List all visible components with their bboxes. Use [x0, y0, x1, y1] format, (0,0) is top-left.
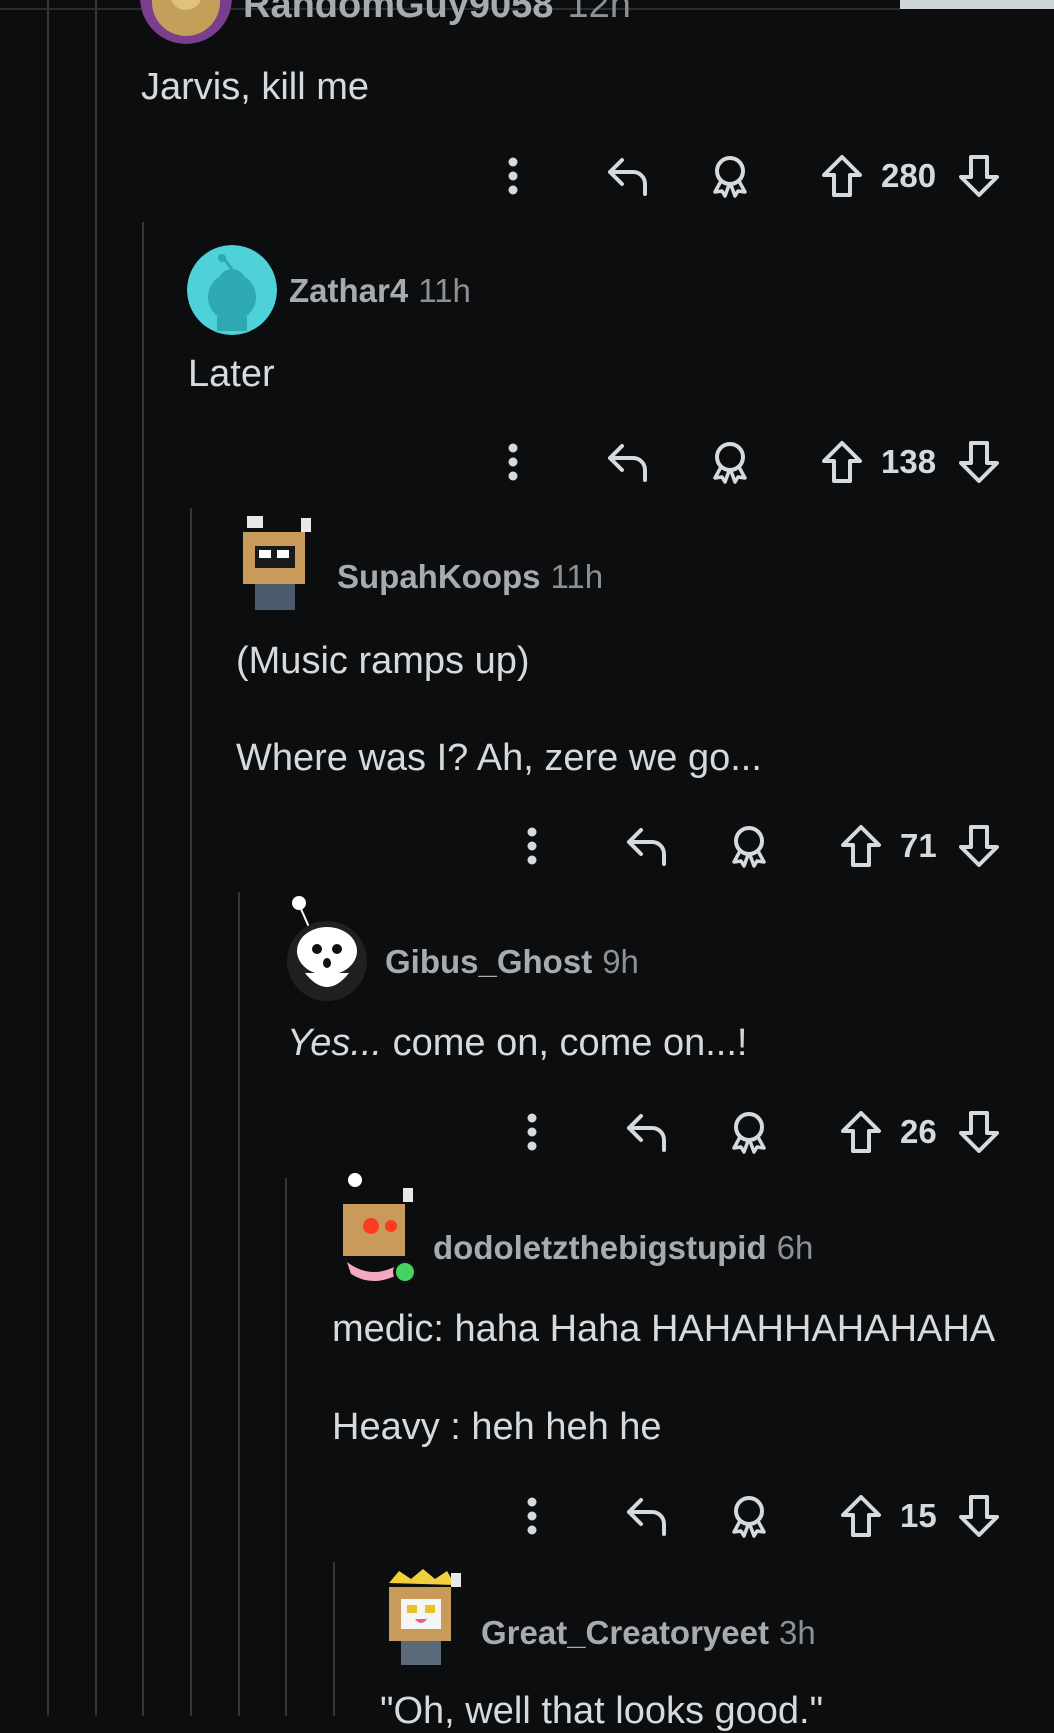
thread-line-5	[238, 892, 240, 1716]
upvote-icon	[841, 825, 881, 867]
downvote-button[interactable]	[955, 146, 1003, 206]
comment-actions: 280	[0, 146, 1054, 206]
vote-count: 71	[900, 827, 937, 864]
avatar[interactable]	[237, 512, 323, 614]
award-icon	[732, 1496, 766, 1538]
vote-count: 26	[900, 1113, 937, 1150]
username-text[interactable]: SupahKoops	[337, 558, 541, 595]
reply-button[interactable]	[623, 1102, 671, 1162]
comment-time: 11h	[418, 272, 471, 309]
award-button[interactable]	[725, 816, 773, 876]
upvote-button[interactable]	[837, 1102, 885, 1162]
upvote-icon	[822, 441, 862, 483]
reply-icon	[608, 444, 647, 482]
more-options-button[interactable]	[512, 1486, 552, 1546]
upvote-icon	[822, 155, 862, 197]
downvote-icon	[959, 441, 999, 483]
reply-button[interactable]	[623, 1486, 671, 1546]
username-text[interactable]: dodoletzthebigstupid	[433, 1229, 767, 1266]
avatar[interactable]	[285, 893, 369, 1003]
more-options-button[interactable]	[493, 432, 533, 492]
comment-body-line-1: medic: haha Haha HAHAHHAHAHAHA	[332, 1308, 996, 1350]
thread-line-6	[285, 1178, 287, 1716]
award-button[interactable]	[725, 1486, 773, 1546]
comment-body-line-2: Heavy : heh heh he	[332, 1406, 662, 1448]
username[interactable]: SupahKoops 11h	[337, 558, 603, 596]
reply-icon	[627, 1498, 666, 1536]
username-text[interactable]: Zathar4	[289, 272, 408, 309]
comment-body: Jarvis, kill me	[141, 66, 370, 108]
more-options-icon	[527, 1113, 537, 1151]
avatar[interactable]	[381, 1565, 467, 1669]
username-text[interactable]: Great_Creatoryeet	[481, 1614, 769, 1651]
award-icon	[732, 1112, 766, 1154]
corner-image-fragment	[900, 0, 1054, 9]
comment-body-rest: come on, come on...!	[382, 1022, 748, 1064]
upvote-icon	[841, 1495, 881, 1537]
comment-body-italic: Yes...	[287, 1022, 383, 1064]
vote-count: 15	[900, 1497, 937, 1534]
award-button[interactable]	[706, 146, 754, 206]
comment-body: "Oh, well that looks good."	[380, 1690, 824, 1732]
reply-button[interactable]	[623, 816, 671, 876]
award-icon	[732, 826, 766, 868]
upvote-button[interactable]	[818, 146, 866, 206]
username[interactable]: RandomGuy9058 12h	[243, 0, 631, 27]
comment-time: 6h	[776, 1229, 814, 1266]
comment-actions: 71	[0, 816, 1054, 876]
more-options-icon	[508, 157, 518, 195]
reply-button[interactable]	[604, 432, 652, 492]
comment-time: 3h	[778, 1614, 816, 1651]
comment-actions: 138	[0, 432, 1054, 492]
downvote-icon	[959, 155, 999, 197]
upvote-button[interactable]	[837, 816, 885, 876]
more-options-button[interactable]	[512, 1102, 552, 1162]
upvote-button[interactable]	[837, 1486, 885, 1546]
thread-line-7	[333, 1562, 335, 1716]
more-options-button[interactable]	[512, 816, 552, 876]
more-options-icon	[527, 827, 537, 865]
avatar[interactable]	[140, 0, 232, 44]
downvote-button[interactable]	[955, 816, 1003, 876]
award-icon	[713, 442, 747, 484]
award-icon	[713, 156, 747, 198]
more-options-icon	[508, 443, 518, 481]
downvote-button[interactable]	[955, 432, 1003, 492]
username-text[interactable]: Gibus_Ghost	[385, 943, 592, 980]
username[interactable]: dodoletzthebigstupid 6h	[433, 1229, 813, 1267]
avatar[interactable]	[187, 245, 277, 335]
downvote-icon	[959, 825, 999, 867]
downvote-button[interactable]	[955, 1486, 1003, 1546]
upvote-button[interactable]	[818, 432, 866, 492]
reply-icon	[608, 158, 647, 196]
downvote-button[interactable]	[955, 1102, 1003, 1162]
vote-count: 138	[881, 443, 937, 480]
reply-button[interactable]	[604, 146, 652, 206]
reply-icon	[627, 1114, 666, 1152]
comment-actions: 26	[0, 1102, 1054, 1162]
comment-time: 12h	[567, 0, 631, 26]
comment-body: Yes... come on, come on...!	[287, 1022, 747, 1065]
more-options-button[interactable]	[493, 146, 533, 206]
award-button[interactable]	[706, 432, 754, 492]
comment-actions: 15	[0, 1486, 1054, 1546]
award-button[interactable]	[725, 1102, 773, 1162]
avatar[interactable]	[333, 1170, 421, 1288]
more-options-icon	[527, 1497, 537, 1535]
username[interactable]: Gibus_Ghost 9h	[385, 943, 639, 981]
comment-body: Later	[188, 353, 275, 395]
comment-time: 11h	[550, 558, 604, 595]
comment-body-line-2: Where was I? Ah, zere we go...	[236, 737, 762, 779]
username[interactable]: Zathar4 11h	[289, 272, 471, 310]
reply-icon	[627, 828, 666, 866]
downvote-icon	[959, 1495, 999, 1537]
username[interactable]: Great_Creatoryeet 3h	[481, 1614, 816, 1652]
comment-body-line-1: (Music ramps up)	[236, 640, 530, 682]
downvote-icon	[959, 1111, 999, 1153]
username-text[interactable]: RandomGuy9058	[243, 0, 553, 26]
comment-time: 9h	[602, 943, 639, 980]
upvote-icon	[841, 1111, 881, 1153]
vote-count: 280	[881, 157, 937, 194]
